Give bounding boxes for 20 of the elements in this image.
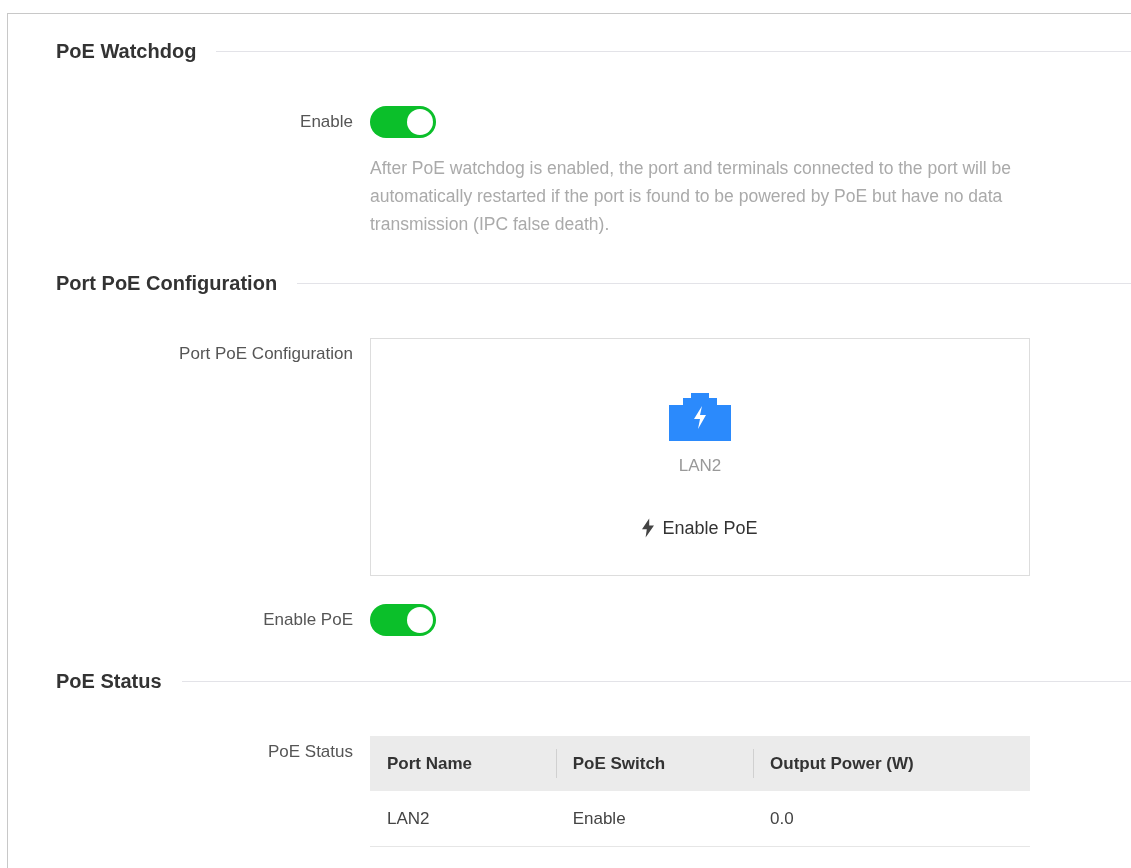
toggle-switch[interactable] — [370, 106, 436, 138]
section-title: Port PoE Configuration — [56, 271, 278, 296]
toggle-switch[interactable] — [370, 604, 436, 636]
column-header: Port Name — [370, 736, 556, 791]
column-header: Output Power (W) — [753, 736, 1030, 791]
section-title: PoE Watchdog — [56, 39, 197, 64]
field-label: Enable PoE — [262, 609, 354, 631]
help-text: After PoE watchdog is enabled, the port and terminals connected to the port will be automatically restarted if the port is found to be powered by PoE but have no data transmission (IPC false death). — [370, 157, 1013, 236]
port-icon[interactable] — [669, 393, 731, 441]
table-cell: Enable — [555, 791, 754, 846]
table-cell: LAN2 — [370, 791, 556, 846]
field-label: PoE Status — [266, 741, 354, 763]
enable-poe-button[interactable]: Enable PoE — [642, 514, 758, 542]
section-title: PoE Status — [56, 669, 162, 694]
column-header: PoE Switch — [555, 736, 754, 791]
field-label: Enable — [299, 111, 354, 133]
field-label: Port PoE Configuration — [178, 343, 354, 365]
port-label: LAN2 — [678, 455, 722, 477]
table-cell: 0.0 — [753, 791, 1030, 846]
lightning-icon — [642, 518, 655, 538]
